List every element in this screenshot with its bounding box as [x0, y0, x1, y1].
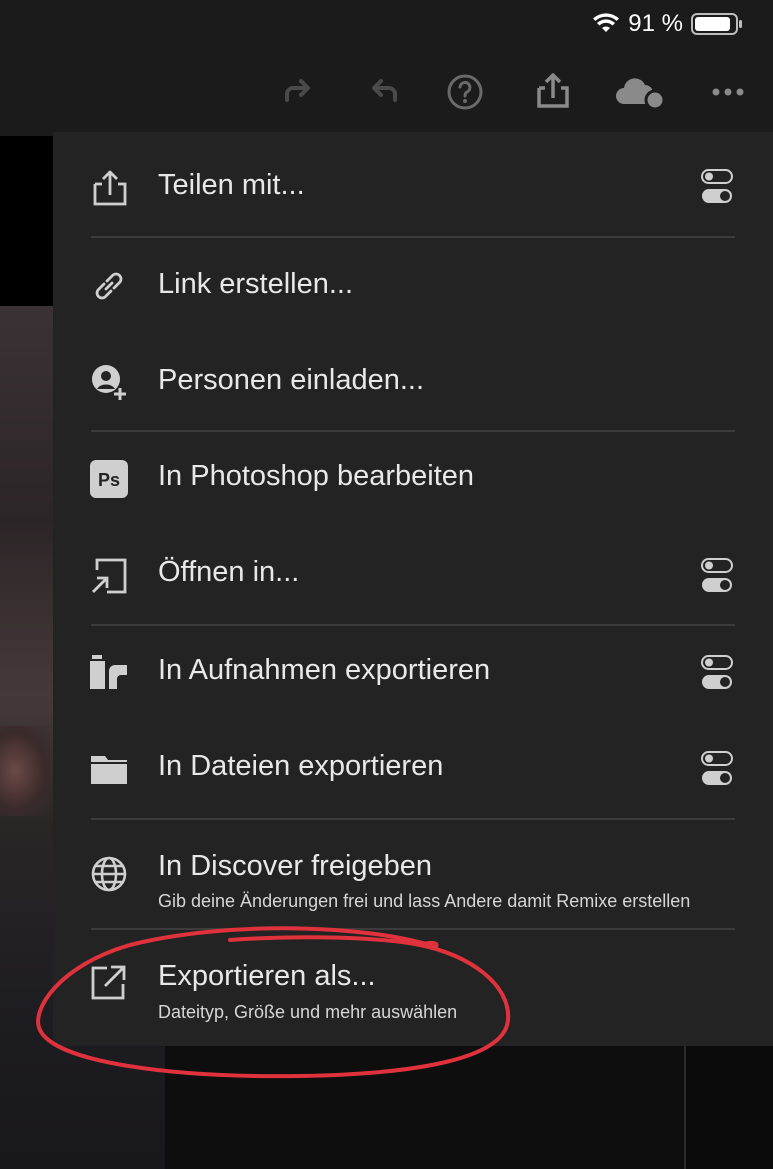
top-toolbar [0, 50, 773, 136]
export-icon [89, 962, 129, 1002]
camera-roll-icon [89, 653, 129, 693]
undo-icon[interactable] [363, 70, 407, 114]
photoshop-icon: Ps [89, 459, 129, 499]
menu-divider [91, 236, 735, 238]
menu-item-open-in[interactable]: Öffnen in... [53, 547, 773, 605]
wifi-icon [593, 13, 620, 32]
menu-item-share-to-discover[interactable]: In Discover freigeben Gib deine Änderung… [53, 846, 773, 916]
menu-item-share-with[interactable]: Teilen mit... [53, 160, 773, 218]
menu-item-label: In Discover freigeben [158, 850, 433, 882]
menu-item-sublabel: Dateityp, Größe und mehr auswählen [158, 1002, 458, 1022]
menu-item-sublabel: Gib deine Änderungen frei und lass Ander… [158, 891, 691, 911]
open-in-icon [89, 556, 129, 596]
toggle-icon[interactable] [700, 168, 734, 208]
status-bar: 91 % [0, 0, 773, 50]
menu-item-export-as[interactable]: Exportieren als... Dateityp, Größe und m… [53, 956, 773, 1026]
menu-divider [91, 624, 735, 626]
menu-item-export-to-camera-roll[interactable]: In Aufnahmen exportieren [53, 643, 773, 701]
background-panel [165, 1046, 685, 1169]
menu-item-label: Exportieren als... [158, 960, 376, 992]
menu-item-label: Personen einladen... [158, 364, 425, 396]
menu-item-label: In Dateien exportieren [158, 750, 444, 782]
menu-divider [91, 430, 735, 432]
menu-item-export-to-files[interactable]: In Dateien exportieren [53, 740, 773, 798]
help-icon[interactable] [443, 70, 487, 114]
link-icon [89, 266, 129, 306]
menu-item-label: Teilen mit... [158, 169, 305, 201]
more-icon[interactable] [707, 70, 751, 114]
menu-item-label: In Photoshop bearbeiten [158, 460, 475, 492]
menu-item-create-link[interactable]: Link erstellen... [53, 258, 773, 316]
toggle-icon[interactable] [700, 557, 734, 597]
battery-percent: 91 % [628, 10, 683, 37]
menu-item-edit-in-photoshop[interactable]: Ps In Photoshop bearbeiten [53, 450, 773, 508]
menu-item-label: Link erstellen... [158, 268, 354, 300]
menu-divider [91, 928, 735, 930]
redo-icon[interactable] [275, 70, 319, 114]
toggle-icon[interactable] [700, 654, 734, 694]
battery-icon [691, 13, 742, 35]
share-icon [89, 168, 129, 208]
invite-person-icon [89, 362, 129, 402]
menu-item-invite-people[interactable]: Personen einladen... [53, 354, 773, 412]
toggle-icon[interactable] [700, 750, 734, 790]
menu-item-label: Öffnen in... [158, 556, 300, 588]
share-menu-popover: Teilen mit... Link erstellen... Personen… [53, 132, 773, 1046]
globe-icon [89, 854, 129, 894]
svg-text:Ps: Ps [98, 470, 120, 490]
menu-item-label: In Aufnahmen exportieren [158, 654, 491, 686]
folder-icon [89, 748, 129, 788]
cloud-sync-icon[interactable] [614, 70, 668, 114]
background-canvas [0, 136, 60, 306]
share-icon[interactable] [531, 70, 575, 114]
menu-divider [91, 818, 735, 820]
status-indicators: 91 % [592, 10, 743, 38]
background-panel-edge [686, 1046, 773, 1169]
